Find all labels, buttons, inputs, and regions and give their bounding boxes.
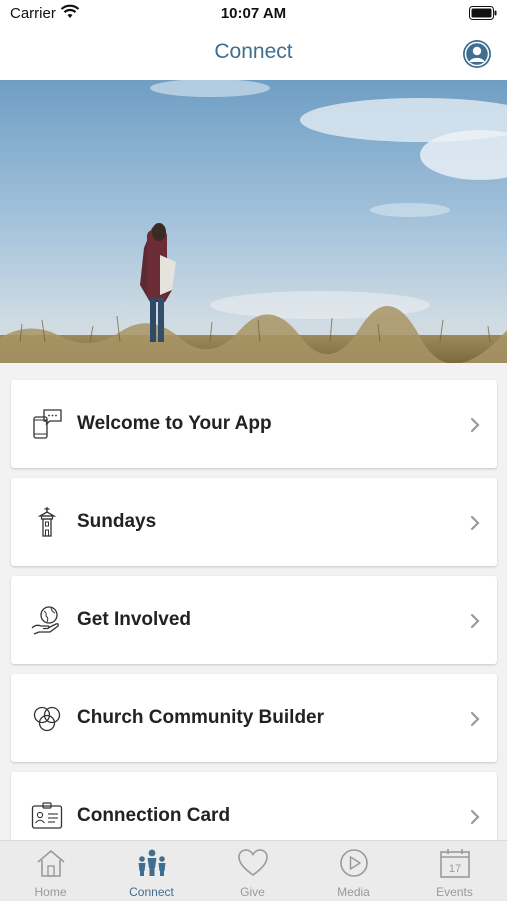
tab-connect[interactable]: Connect <box>101 841 202 901</box>
chevron-right-icon <box>470 613 480 629</box>
tab-home[interactable]: Home <box>0 841 101 901</box>
tab-label: Media <box>337 885 370 899</box>
id-card-icon <box>31 802 63 829</box>
hand-globe-icon <box>31 606 59 635</box>
chevron-right-icon <box>470 515 480 531</box>
heart-icon <box>238 849 268 876</box>
tab-media[interactable]: Media <box>303 841 404 901</box>
status-bar: Carrier 10:07 AM <box>0 0 507 28</box>
tab-bar: Home Connect Give Media 17 Events <box>0 840 507 901</box>
tab-label: Events <box>436 885 473 899</box>
phone-chat-icon <box>33 409 62 439</box>
calendar-day-label: 17 <box>449 863 461 875</box>
chevron-right-icon <box>470 809 480 825</box>
menu-item-welcome[interactable]: Welcome to Your App <box>11 380 497 468</box>
menu-item-label: Church Community Builder <box>77 707 325 728</box>
menu-item-label: Sundays <box>77 511 157 532</box>
home-icon <box>37 850 65 877</box>
clock: 10:07 AM <box>220 5 287 22</box>
calendar-icon: 17 <box>440 849 470 878</box>
page-title: Connect <box>214 40 293 63</box>
menu-item-label: Get Involved <box>77 609 192 630</box>
tab-label: Connect <box>129 885 174 899</box>
profile-icon[interactable] <box>462 39 492 69</box>
menu-item-ccb[interactable]: Church Community Builder <box>11 674 497 762</box>
play-icon <box>340 849 368 877</box>
tab-label: Home <box>34 885 67 899</box>
tab-label: Give <box>240 885 265 899</box>
menu-item-sundays[interactable]: Sundays <box>11 478 497 566</box>
people-icon <box>138 849 166 876</box>
church-steeple-icon <box>37 507 57 537</box>
menu-item-label: Welcome to Your App <box>77 413 272 434</box>
chevron-right-icon <box>470 417 480 433</box>
tab-give[interactable]: Give <box>202 841 303 901</box>
tab-events[interactable]: 17 Events <box>404 841 505 901</box>
hero-image <box>0 80 507 363</box>
nav-bar: Connect <box>0 28 507 80</box>
menu-item-get-involved[interactable]: Get Involved <box>11 576 497 664</box>
menu-item-label: Connection Card <box>77 805 231 826</box>
circles-icon <box>33 706 61 732</box>
chevron-right-icon <box>470 711 480 727</box>
battery-icon <box>469 6 497 20</box>
